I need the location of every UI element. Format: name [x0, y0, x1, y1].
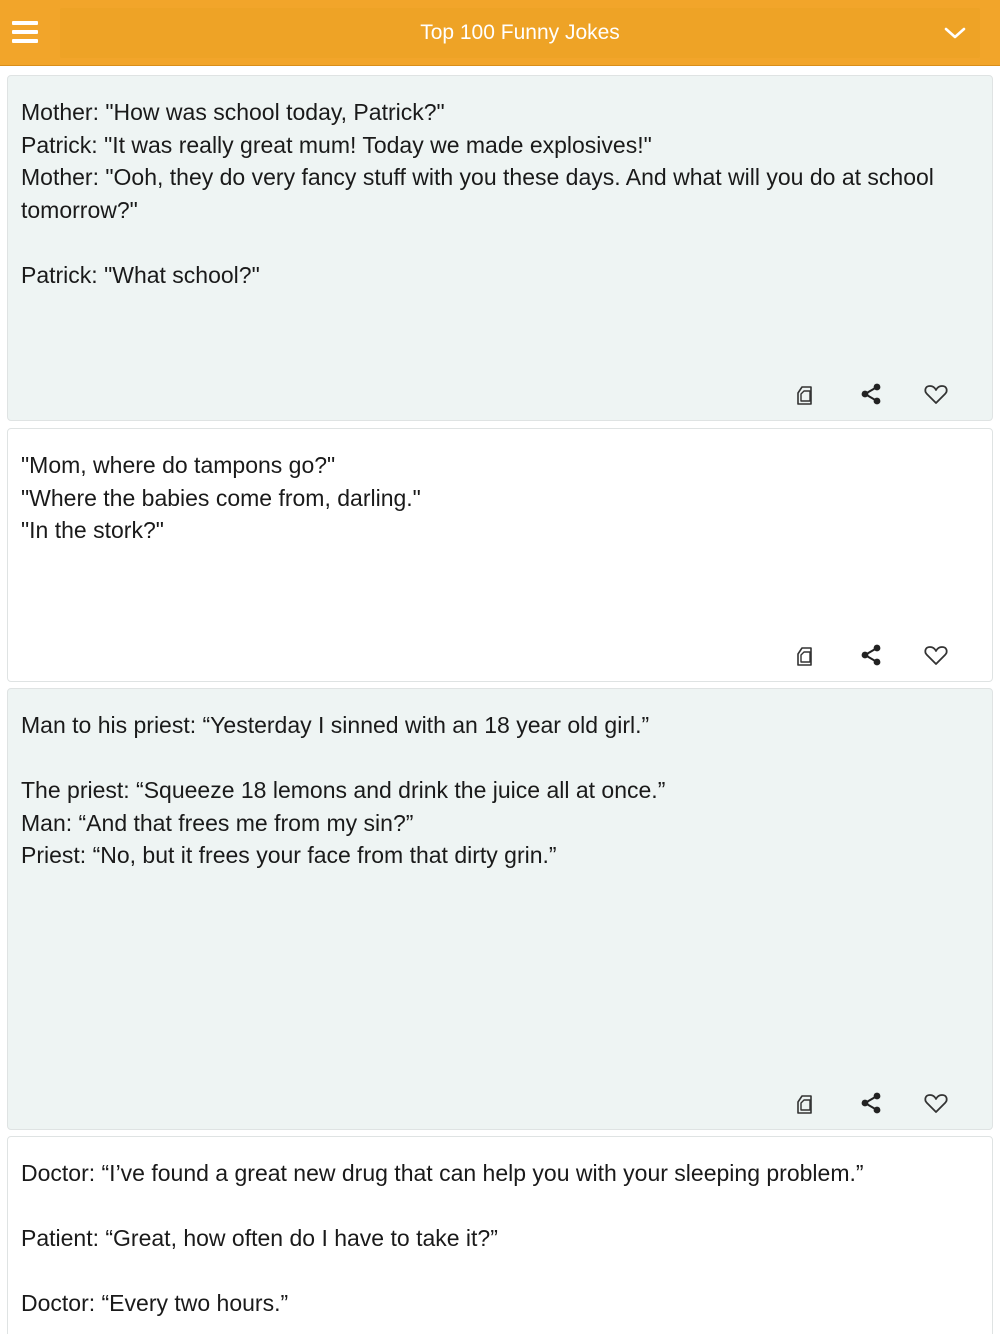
joke-card: Mother: "How was school today, Patrick?"… [7, 75, 993, 421]
page-title: Top 100 Funny Jokes [420, 21, 620, 44]
heart-icon[interactable] [922, 641, 950, 669]
joke-card: Doctor: “I’ve found a great new drug tha… [7, 1136, 993, 1334]
joke-text: Mother: "How was school today, Patrick?"… [21, 99, 934, 288]
joke-text: Man to his priest: “Yesterday I sinned w… [21, 712, 666, 868]
hamburger-menu-icon[interactable] [10, 18, 40, 46]
share-icon[interactable] [857, 641, 885, 669]
app-screen: Top 100 Funny Jokes Mother: "How was sch… [0, 0, 1000, 1334]
copy-icon[interactable] [792, 1089, 820, 1117]
joke-text: Doctor: “I’ve found a great new drug tha… [21, 1160, 864, 1316]
joke-card: Man to his priest: “Yesterday I sinned w… [7, 688, 993, 1130]
share-icon[interactable] [857, 380, 885, 408]
category-dropdown[interactable]: Top 100 Funny Jokes [60, 8, 980, 58]
joke-text: "Mom, where do tampons go?" "Where the b… [21, 452, 421, 543]
heart-icon[interactable] [922, 1089, 950, 1117]
top-bar: Top 100 Funny Jokes [0, 0, 1000, 66]
joke-card: "Mom, where do tampons go?" "Where the b… [7, 428, 993, 682]
joke-actions [792, 641, 992, 669]
joke-actions [792, 1089, 992, 1117]
copy-icon[interactable] [792, 641, 820, 669]
chevron-down-icon [944, 27, 966, 39]
joke-actions [792, 380, 992, 408]
share-icon[interactable] [857, 1089, 885, 1117]
heart-icon[interactable] [922, 380, 950, 408]
copy-icon[interactable] [792, 380, 820, 408]
